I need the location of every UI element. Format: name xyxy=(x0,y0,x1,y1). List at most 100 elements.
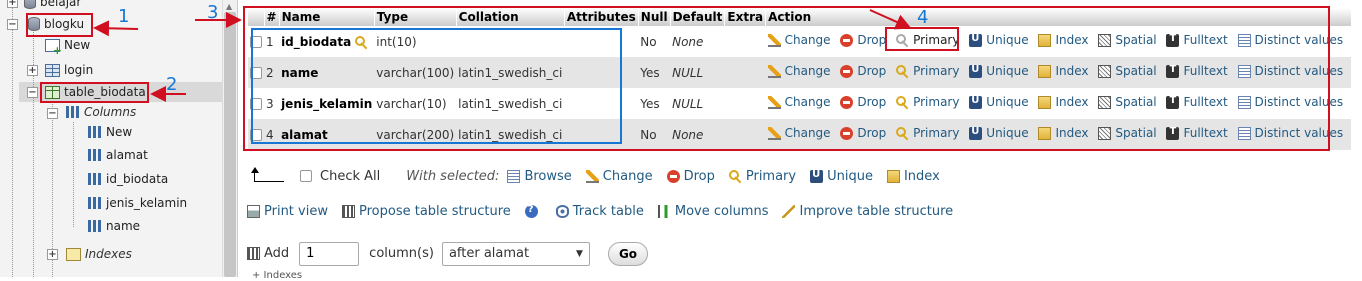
move-columns-icon xyxy=(657,204,671,218)
database-icon xyxy=(24,0,36,9)
nav-group-label: Indexes xyxy=(85,247,132,261)
magic-wand-icon xyxy=(782,204,796,218)
expand-toggle[interactable]: + xyxy=(47,249,58,260)
action-label: Browse xyxy=(524,168,572,184)
track-table-link[interactable]: Track table xyxy=(555,203,644,219)
annotation-number: 2 xyxy=(166,74,178,95)
bulk-primary-button[interactable]: Primary xyxy=(728,168,797,184)
link-label: Move columns xyxy=(674,203,769,219)
nav-item-label: login xyxy=(64,63,94,77)
annotation-box-fields xyxy=(251,28,622,144)
column-icon xyxy=(88,126,102,138)
nav-group-label: Columns xyxy=(84,105,137,119)
pencil-icon xyxy=(585,169,599,183)
printer-icon xyxy=(247,204,260,218)
annotation-number: 1 xyxy=(118,6,130,27)
nav-column-label: name xyxy=(106,219,141,233)
nav-scrollbar-thumb[interactable] xyxy=(224,12,236,277)
drop-icon xyxy=(666,169,680,183)
tree-line xyxy=(73,122,74,227)
nav-column-label: alamat xyxy=(106,148,148,162)
collapse-toggle[interactable]: − xyxy=(47,108,58,119)
table-icon xyxy=(45,63,60,77)
bulk-unique-button[interactable]: Unique xyxy=(810,169,873,184)
propose-structure-link[interactable]: Propose table structure xyxy=(341,203,511,219)
action-label: Primary xyxy=(745,168,797,184)
nav-columns-group[interactable]: Columns xyxy=(66,102,136,122)
bulk-index-button[interactable]: Index xyxy=(886,168,940,184)
unique-icon xyxy=(810,169,824,183)
propose-structure-icon xyxy=(341,204,355,218)
nav-column-item[interactable]: name xyxy=(88,216,140,236)
help-icon xyxy=(524,204,538,218)
dropdown-arrow-icon: ▼ xyxy=(576,248,583,259)
annotation-box-primary xyxy=(885,27,959,51)
collapse-toggle[interactable]: − xyxy=(7,19,18,30)
bulk-change-button[interactable]: Change xyxy=(585,168,653,184)
nav-column-item[interactable]: New xyxy=(88,122,132,142)
bulk-browse-button[interactable]: Browse xyxy=(507,168,572,184)
new-table-icon xyxy=(45,38,62,57)
action-label: Unique xyxy=(827,168,873,184)
nav-column-label: New xyxy=(106,125,133,139)
add-column-form: Add column(s) after alamat ▼ Go xyxy=(247,241,649,266)
bulk-drop-button[interactable]: Drop xyxy=(666,168,715,184)
nav-column-label: id_biodata xyxy=(106,172,169,186)
annotation-box-db xyxy=(26,13,93,37)
link-label: Propose table structure xyxy=(358,203,511,219)
nav-db-belajar[interactable]: belajar xyxy=(24,0,81,12)
action-label: Index xyxy=(903,168,940,184)
nav-column-item[interactable]: id_biodata xyxy=(88,169,168,189)
column-count-input[interactable] xyxy=(299,241,360,266)
selected-position: after alamat xyxy=(448,246,530,261)
link-label: Improve table structure xyxy=(799,203,954,219)
check-all-checkbox[interactable] xyxy=(300,170,312,182)
navigation-panel: + belajar − blogku New + login − table_b… xyxy=(0,0,238,277)
column-icon xyxy=(88,220,102,232)
column-icon xyxy=(88,149,102,161)
print-view-link[interactable]: Print view xyxy=(247,204,328,219)
indexes-icon xyxy=(66,247,81,261)
move-columns-link[interactable]: Move columns xyxy=(657,203,769,219)
column-icon xyxy=(88,173,102,185)
columns-icon xyxy=(66,106,80,118)
add-column-icon xyxy=(247,247,260,260)
column-position-select[interactable]: after alamat ▼ xyxy=(441,241,590,266)
nav-indexes-group[interactable]: Indexes xyxy=(66,244,132,264)
nav-db-label: belajar xyxy=(40,0,82,9)
add-label: Add xyxy=(264,246,290,261)
browse-icon xyxy=(507,169,521,183)
index-icon xyxy=(886,169,900,183)
nav-table-login[interactable]: login xyxy=(45,60,93,80)
arrow-up-icon xyxy=(251,167,284,182)
collapse-toggle[interactable]: − xyxy=(27,87,38,98)
nav-column-item[interactable]: alamat xyxy=(88,145,148,165)
column-icon xyxy=(88,197,102,209)
columns-label: column(s) xyxy=(369,246,434,261)
link-label: Print view xyxy=(264,203,328,219)
with-selected-label: With selected: xyxy=(406,168,500,184)
nav-column-item[interactable]: jenis_kelamin xyxy=(88,193,187,213)
tree-line xyxy=(12,0,13,277)
annotation-number: 4 xyxy=(917,7,929,28)
link-label: Track table xyxy=(572,203,644,219)
action-label: Drop xyxy=(683,168,715,184)
key-icon xyxy=(728,169,742,183)
annotation-box-table-name xyxy=(40,82,149,103)
nav-new-table[interactable]: New xyxy=(45,35,91,57)
go-button[interactable]: Go xyxy=(607,241,649,266)
table-tools-row: Print view Propose table structure Track… xyxy=(247,201,967,221)
annotation-number: 3 xyxy=(207,2,219,23)
eye-icon xyxy=(555,204,569,218)
action-label: Change xyxy=(602,168,653,184)
bulk-actions-row: Check All With selected: Browse Change D… xyxy=(251,166,954,186)
improve-structure-link[interactable]: Improve table structure xyxy=(782,204,953,219)
nav-item-label: New xyxy=(64,38,91,52)
help-link[interactable] xyxy=(524,204,542,218)
indexes-section-partial: + Indexes xyxy=(252,270,303,281)
nav-column-label: jenis_kelamin xyxy=(106,196,188,210)
expand-toggle[interactable]: + xyxy=(7,0,18,8)
check-all-label[interactable]: Check All xyxy=(320,169,380,184)
scroll-up-arrow-icon[interactable]: ▲ xyxy=(226,2,232,11)
expand-toggle[interactable]: + xyxy=(27,65,38,76)
